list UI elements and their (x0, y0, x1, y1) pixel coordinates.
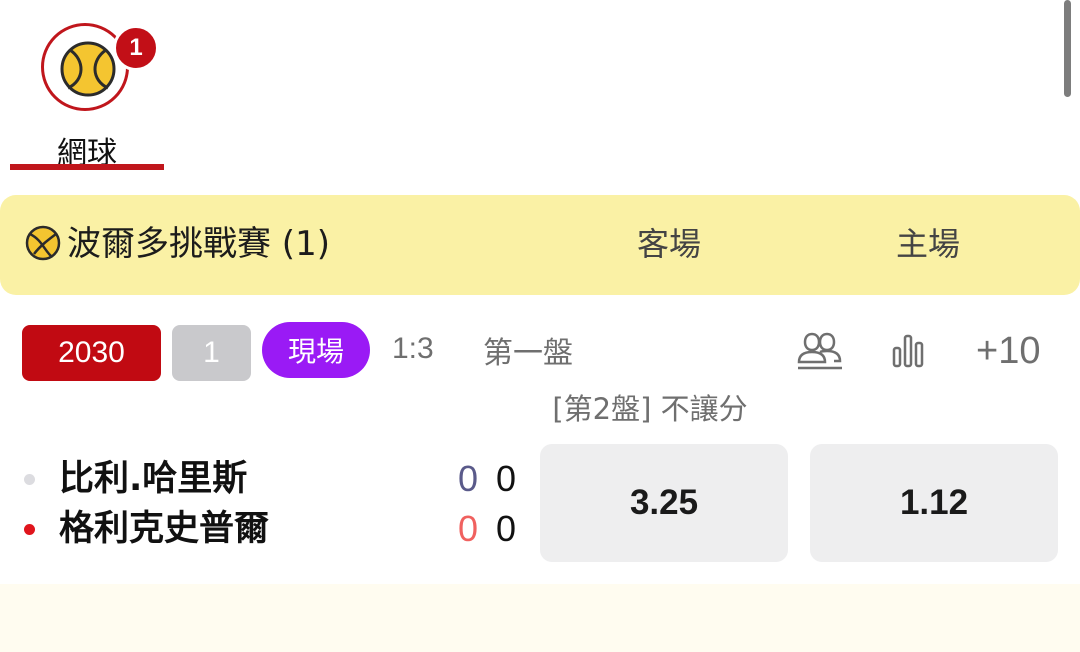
serve-indicator-dot (24, 524, 35, 535)
team-name-home: 格利克史普爾 (59, 509, 270, 549)
game-score-home: 0 (495, 508, 517, 549)
league-name: 波爾多挑戰賽 (1) (67, 224, 330, 264)
odds-button-away[interactable]: 3.25 (540, 444, 788, 562)
sport-tab-tennis[interactable]: 1 網球 (10, 18, 164, 174)
team-name-away: 比利.哈里斯 (59, 459, 248, 499)
match-count-badge: 1 (172, 325, 251, 381)
tennis-ball-icon (25, 225, 61, 261)
current-set: 第一盤 (483, 336, 573, 371)
team-row-away: 比利.哈里斯 0 0 (0, 455, 530, 503)
market-label: [第2盤] 不讓分 (552, 392, 748, 426)
serve-indicator-dot (24, 474, 35, 485)
set-score-away: 0 (457, 458, 479, 499)
column-header-home: 主場 (895, 225, 960, 263)
column-header-away: 客場 (636, 225, 701, 263)
active-tab-underline (10, 164, 164, 170)
live-count-badge: 1 (113, 25, 159, 71)
set-score-home: 0 (457, 508, 479, 549)
game-score-away: 0 (495, 458, 517, 499)
match-time-badge: 2030 (22, 325, 161, 381)
sportsbook-page: 1 網球 波爾多挑戰賽 (1) 客場 主場 2030 1 現場 1:3 第一盤 (0, 0, 1080, 652)
current-score: 1:3 (392, 332, 434, 365)
team-row-home: 格利克史普爾 0 0 (0, 505, 530, 553)
statistics-icon[interactable] (892, 334, 924, 368)
next-match-placeholder (0, 584, 1080, 652)
lineup-icon[interactable] (796, 330, 844, 372)
scrollbar[interactable] (1064, 0, 1071, 97)
league-header[interactable]: 波爾多挑戰賽 (1) 客場 主場 (0, 195, 1080, 295)
live-badge[interactable]: 現場 (262, 322, 370, 378)
odds-button-home[interactable]: 1.12 (810, 444, 1058, 562)
more-bets-link[interactable]: +10 (976, 330, 1040, 373)
